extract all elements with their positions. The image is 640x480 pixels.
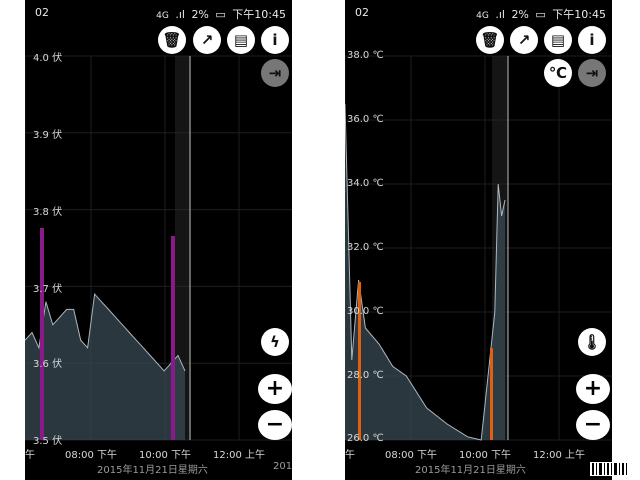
y-tick: 28.0 ℃ — [347, 370, 384, 381]
trash-icon[interactable]: 🗑 — [476, 26, 504, 54]
x-tick: 午 — [25, 450, 35, 461]
arrow-to-right-icon[interactable]: ⇥ — [261, 59, 289, 87]
share-icon[interactable]: ↗ — [193, 26, 221, 54]
info-icon[interactable]: i — [578, 26, 606, 54]
date-label-next: 2015 — [273, 461, 292, 472]
barcode-watermark — [590, 462, 630, 476]
x-tick: 10:00 下午 — [139, 450, 191, 461]
y-tick: 34.0 ℃ — [347, 178, 384, 189]
x-tick: 08:00 下午 — [65, 450, 117, 461]
info-icon[interactable]: i — [261, 26, 289, 54]
zoom-out-button[interactable]: − — [258, 410, 292, 440]
y-tick: 4.0 伏 — [33, 53, 63, 64]
arrow-to-right-icon[interactable]: ⇥ — [578, 59, 606, 87]
x-tick: 08:00 下午 — [385, 450, 437, 461]
temperature-area — [345, 104, 505, 440]
x-tick: 12:00 上午 — [213, 450, 265, 461]
y-tick: 36.0 ℃ — [347, 114, 384, 125]
y-tick: 3.5 伏 — [33, 436, 63, 447]
zoom-control: + − — [258, 374, 292, 440]
charging-marker-1 — [40, 228, 44, 440]
zoom-control: + − — [576, 374, 610, 440]
warm-marker-2 — [490, 348, 493, 440]
y-tick: 3.7 伏 — [33, 284, 63, 295]
lightning-icon[interactable]: ϟ — [261, 328, 289, 356]
y-tick: 3.6 伏 — [33, 359, 63, 370]
voltage-chart — [25, 55, 292, 441]
x-tick: 午 — [345, 450, 355, 461]
zoom-in-button[interactable]: + — [576, 374, 610, 404]
y-tick: 38.0 ℃ — [347, 50, 384, 61]
y-tick: 3.8 伏 — [33, 207, 63, 218]
share-icon[interactable]: ↗ — [510, 26, 538, 54]
y-tick: 30.0 ℃ — [347, 306, 384, 317]
thermometer-icon[interactable]: 🌡 — [578, 328, 606, 356]
y-tick: 26.0 ℃ — [347, 433, 384, 444]
printer-icon[interactable]: ▤ — [227, 26, 255, 54]
voltage-panel: 02 4G .ıl 2% ▭ 下午10:45 4.0 伏 3.9 伏 3.8 伏… — [25, 0, 292, 480]
zoom-in-button[interactable]: + — [258, 374, 292, 404]
y-tick: 3.9 伏 — [33, 130, 63, 141]
date-label: 2015年11月21日星期六 — [415, 465, 526, 476]
x-tick: 10:00 下午 — [459, 450, 511, 461]
trash-icon[interactable]: 🗑 — [158, 26, 186, 54]
date-label: 2015年11月21日星期六 — [97, 465, 208, 476]
zoom-out-button[interactable]: − — [576, 410, 610, 440]
printer-icon[interactable]: ▤ — [544, 26, 572, 54]
y-tick: 32.0 ℃ — [347, 242, 384, 253]
charging-marker-2 — [171, 236, 175, 440]
x-tick: 12:00 上午 — [533, 450, 585, 461]
temperature-panel: 02 4G .ıl 2% ▭ 下午10:45 38.0 ℃ 36.0 ℃ 34.… — [345, 0, 612, 480]
celsius-toggle-button[interactable]: ℃ — [544, 59, 572, 87]
